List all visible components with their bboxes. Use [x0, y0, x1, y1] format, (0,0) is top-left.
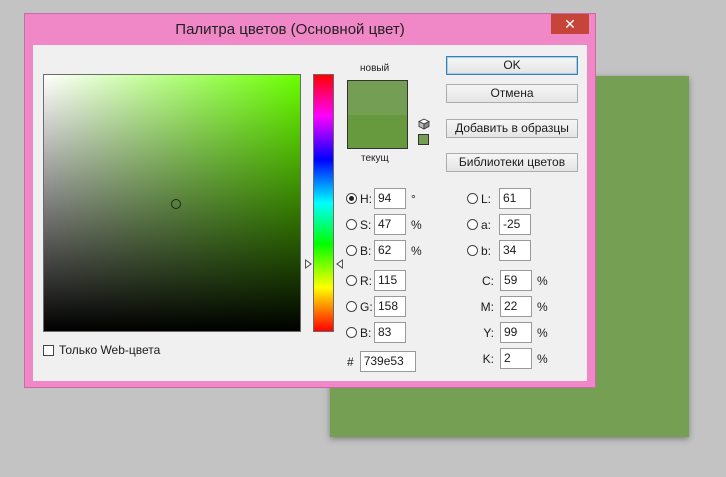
b-channel-label: b:: [481, 243, 492, 258]
web-safe-swatch[interactable]: [418, 134, 429, 145]
cyan-input[interactable]: 59: [500, 270, 532, 291]
brightness-input[interactable]: 62: [374, 240, 406, 261]
saturation-row: S: 47 %: [346, 214, 422, 235]
hue-label: H:: [360, 191, 372, 206]
yellow-row: Y: 99 %: [478, 322, 548, 343]
magenta-label: M:: [480, 299, 494, 314]
hue-row: H: 94 °: [346, 188, 416, 209]
blue-radio[interactable]: [346, 327, 357, 338]
red-radio[interactable]: [346, 275, 357, 286]
yellow-label: Y:: [483, 325, 494, 340]
red-label: R:: [360, 273, 372, 288]
blue-input[interactable]: 83: [374, 322, 406, 343]
close-button[interactable]: ✕: [551, 14, 589, 34]
saturation-radio[interactable]: [346, 219, 357, 230]
color-libraries-button[interactable]: Библиотеки цветов: [446, 153, 578, 172]
magenta-unit: %: [537, 299, 548, 314]
lightness-input[interactable]: 61: [499, 188, 531, 209]
hue-slider[interactable]: [313, 74, 334, 332]
hue-input[interactable]: 94: [374, 188, 406, 209]
red-row: R: 115: [346, 270, 406, 291]
saturation-brightness-field[interactable]: [43, 74, 301, 332]
saturation-label: S:: [360, 217, 372, 232]
cyan-unit: %: [537, 273, 548, 288]
a-channel-label: a:: [481, 217, 492, 232]
saturation-unit: %: [411, 217, 422, 232]
brightness-label: B:: [360, 243, 372, 258]
current-color-label: текущ: [361, 153, 389, 164]
hex-input[interactable]: 739e53: [359, 351, 416, 372]
current-color-swatch[interactable]: [348, 114, 407, 148]
web-colors-only-label: Только Web-цвета: [59, 343, 161, 357]
cyan-label: C:: [482, 273, 494, 288]
green-input[interactable]: 158: [374, 296, 406, 317]
new-color-swatch: [348, 81, 407, 115]
black-label: K:: [482, 351, 494, 366]
color-preview: [347, 80, 408, 149]
hex-label: #: [347, 354, 354, 369]
blue-label: B:: [360, 325, 372, 340]
out-of-gamut-cube-icon[interactable]: [418, 118, 430, 130]
hue-unit: °: [411, 191, 416, 206]
brightness-row: B: 62 %: [346, 240, 422, 261]
color-picker-dialog: Палитра цветов (Основной цвет) ✕ Только …: [24, 13, 596, 388]
lightness-radio[interactable]: [467, 193, 478, 204]
add-to-swatches-button[interactable]: Добавить в образцы: [446, 119, 578, 138]
close-icon: ✕: [564, 16, 576, 32]
saturation-input[interactable]: 47: [374, 214, 406, 235]
brightness-unit: %: [411, 243, 422, 258]
green-row: G: 158: [346, 296, 406, 317]
blue-row: B: 83: [346, 322, 406, 343]
red-input[interactable]: 115: [374, 270, 406, 291]
black-input[interactable]: 2: [500, 348, 532, 369]
hex-row: # 739e53: [347, 351, 416, 372]
a-channel-radio[interactable]: [467, 219, 478, 230]
b-channel-radio[interactable]: [467, 245, 478, 256]
cancel-button[interactable]: Отмена: [446, 84, 578, 103]
dialog-body: Только Web-цвета новый текущ OK Отмена Д…: [33, 45, 587, 381]
dialog-title: Палитра цветов (Основной цвет): [175, 21, 405, 38]
web-colors-only-checkbox[interactable]: [43, 344, 54, 356]
green-radio[interactable]: [346, 301, 357, 312]
new-color-label: новый: [360, 63, 390, 74]
a-channel-input[interactable]: -25: [499, 214, 531, 235]
yellow-input[interactable]: 99: [500, 322, 532, 343]
hue-radio[interactable]: [346, 193, 357, 204]
lightness-label: L:: [481, 191, 492, 206]
hue-slider-right-arrow-icon[interactable]: [336, 259, 343, 269]
hue-slider-left-arrow-icon[interactable]: [305, 259, 312, 269]
green-label: G:: [360, 299, 373, 314]
color-field-cursor[interactable]: [171, 199, 181, 209]
brightness-radio[interactable]: [346, 245, 357, 256]
a-channel-row: a: -25: [467, 214, 531, 235]
title-bar[interactable]: Палитра цветов (Основной цвет) ✕: [25, 14, 595, 45]
cyan-row: C: 59 %: [478, 270, 548, 291]
b-channel-input[interactable]: 34: [499, 240, 531, 261]
black-row: K: 2 %: [478, 348, 548, 369]
yellow-unit: %: [537, 325, 548, 340]
web-colors-only-option[interactable]: Только Web-цвета: [43, 343, 160, 357]
magenta-row: M: 22 %: [478, 296, 548, 317]
b-channel-row: b: 34: [467, 240, 531, 261]
lightness-row: L: 61: [467, 188, 531, 209]
ok-button[interactable]: OK: [446, 56, 578, 75]
magenta-input[interactable]: 22: [500, 296, 532, 317]
black-unit: %: [537, 351, 548, 366]
